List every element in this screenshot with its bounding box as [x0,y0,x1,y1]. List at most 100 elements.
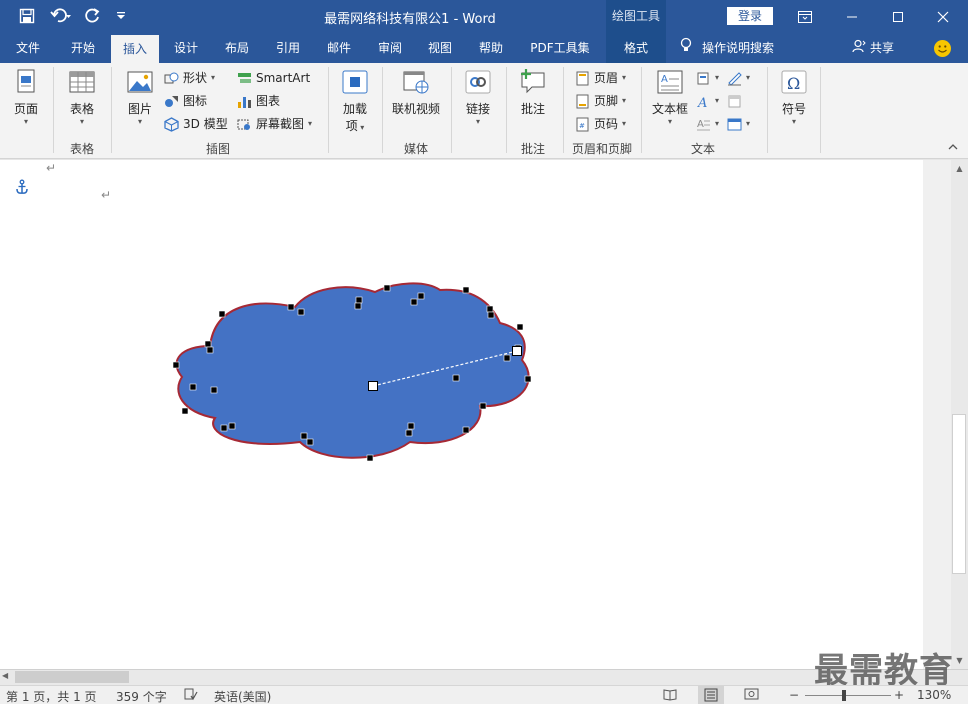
resize-handle[interactable] [297,308,305,316]
language-indicator[interactable]: 英语(美国) [214,688,271,704]
resize-handle[interactable] [452,374,460,382]
resize-handle[interactable] [479,402,487,410]
footer-button[interactable]: 页脚 ▾ [575,91,626,111]
tab-file[interactable]: 文件 [6,33,50,63]
resize-handle[interactable] [172,361,180,369]
save-icon[interactable] [16,6,38,26]
ribbon-display-options-icon[interactable] [782,0,828,33]
tab-home[interactable]: 开始 [60,33,106,63]
resize-handle[interactable] [210,386,218,394]
cloud-path[interactable] [175,282,530,459]
resize-handle[interactable] [383,284,391,292]
resize-handle[interactable] [287,303,295,311]
redo-icon[interactable] [82,6,104,26]
resize-handle[interactable] [462,426,470,434]
page-count[interactable]: 第 1 页，共 1 页 [6,688,97,704]
zoom-level[interactable]: 130% [917,688,951,702]
resize-handle[interactable] [300,432,308,440]
picture-button[interactable]: 图片 ▾ [121,67,159,126]
feedback-smiley-icon[interactable] [934,40,951,57]
tab-pdf-tools[interactable]: PDF工具集 [523,33,597,63]
zoom-slider-track[interactable] [805,695,891,696]
tab-review[interactable]: 审阅 [368,33,412,63]
3d-models-button[interactable]: 3D 模型 [164,114,228,134]
icons-button[interactable]: 图标 [164,91,207,111]
resize-handle[interactable] [405,429,413,437]
resize-handle[interactable] [487,311,495,319]
tab-help[interactable]: 帮助 [469,33,513,63]
tell-me-search[interactable]: 操作说明搜索 [680,33,774,63]
object-button[interactable]: ▾ [727,114,750,134]
vertical-scroll-thumb[interactable] [952,414,966,574]
cloud-shape[interactable] [175,282,530,459]
online-video-button[interactable]: 联机视频 [389,67,443,117]
new-comment-button[interactable]: 批注 [515,67,551,117]
resize-handle[interactable] [462,286,470,294]
signature-line-button[interactable]: ▾ [727,68,750,88]
resize-handle[interactable] [204,340,212,348]
undo-icon[interactable] [46,6,76,26]
table-button[interactable]: 表格 ▾ [63,67,101,126]
resize-handle[interactable] [189,383,197,391]
share-button[interactable]: 共享 [852,33,894,63]
symbol-button[interactable]: Ω 符号 ▾ [776,67,812,126]
resize-handle[interactable] [503,354,511,362]
chart-button[interactable]: 图表 [237,91,280,111]
pages-button[interactable]: 页面 ▾ [8,67,44,126]
customize-toolbar-icon[interactable] [112,6,130,26]
resize-handle[interactable] [355,296,363,304]
print-layout-icon[interactable] [698,686,724,704]
proofing-icon[interactable] [184,688,198,704]
resize-handle[interactable] [417,292,425,300]
read-mode-icon[interactable] [663,688,677,704]
adjust-handle[interactable] [512,346,522,356]
resize-handle[interactable] [220,424,228,432]
zoom-in-button[interactable]: + [894,688,904,702]
links-button[interactable]: 链接 ▾ [460,67,496,126]
scroll-left-icon[interactable]: ◀ [2,671,8,680]
text-box-button[interactable]: A 文本框 ▾ [650,67,690,126]
resize-handle[interactable] [524,375,532,383]
page-number-button[interactable]: # 页码 ▾ [575,114,626,134]
horizontal-scroll-thumb[interactable] [15,671,129,683]
resize-handle[interactable] [218,310,226,318]
web-layout-icon[interactable] [744,688,759,704]
login-button[interactable]: 登录 [727,7,773,25]
resize-handle[interactable] [407,422,415,430]
tab-format[interactable]: 格式 [606,33,666,63]
word-count[interactable]: 359 个字 [116,688,167,704]
resize-handle[interactable] [306,438,314,446]
resize-handle[interactable] [228,422,236,430]
resize-handle[interactable] [516,323,524,331]
scroll-up-icon[interactable]: ▲ [952,161,967,176]
screenshot-button[interactable]: 屏幕截图 ▾ [237,114,312,134]
drop-cap-button[interactable]: A ▾ [696,114,719,134]
scroll-down-icon[interactable]: ▼ [952,653,967,668]
tab-design[interactable]: 设计 [164,33,208,63]
tab-view[interactable]: 视图 [418,33,462,63]
tab-mailings[interactable]: 邮件 [317,33,361,63]
resize-handle[interactable] [410,298,418,306]
header-button[interactable]: 页眉 ▾ [575,68,626,88]
resize-handle[interactable] [354,302,362,310]
resize-handle[interactable] [181,407,189,415]
zoom-slider-thumb[interactable] [842,690,846,701]
resize-handle[interactable] [366,454,374,462]
shapes-button[interactable]: 形状 ▾ [164,68,215,88]
wordart-button[interactable]: A ▾ [696,91,719,111]
tab-references[interactable]: 引用 [266,33,310,63]
resize-handle[interactable] [486,305,494,313]
add-ins-button[interactable]: 加载 项 ▾ [337,67,373,134]
collapse-ribbon-icon[interactable] [948,143,958,154]
document-canvas[interactable]: ↵ ↵ [0,160,923,669]
adjust-handle[interactable] [368,381,378,391]
resize-handle[interactable] [206,346,214,354]
quick-parts-button[interactable]: ▾ [696,68,719,88]
tab-layout[interactable]: 布局 [215,33,259,63]
smartart-button[interactable]: SmartArt [237,68,310,88]
tab-insert[interactable]: 插入 [111,35,159,63]
close-icon[interactable] [920,0,966,33]
zoom-out-button[interactable]: − [789,688,799,702]
maximize-icon[interactable] [875,0,921,33]
minimize-icon[interactable] [829,0,875,33]
